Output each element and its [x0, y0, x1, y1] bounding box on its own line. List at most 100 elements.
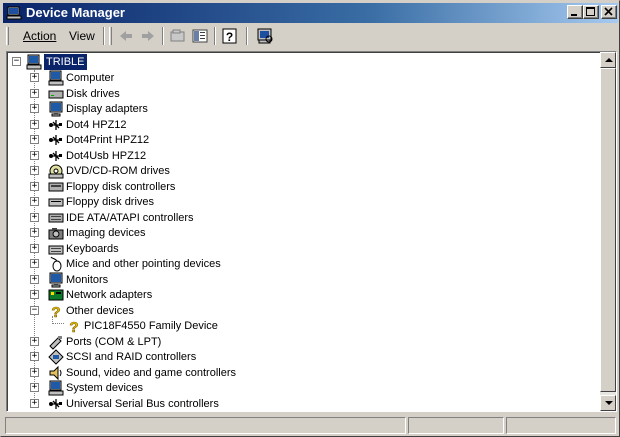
- tree-item-label[interactable]: Universal Serial Bus controllers: [66, 396, 219, 411]
- tree-item-label[interactable]: Dot4 HPZ12: [66, 117, 127, 133]
- floppy-drive-icon: [48, 194, 64, 210]
- properties-icon: [170, 29, 185, 42]
- computer-icon: [48, 70, 64, 86]
- maximize-icon: [586, 7, 595, 16]
- expand-toggle[interactable]: +: [30, 120, 39, 129]
- expand-toggle[interactable]: +: [30, 89, 39, 98]
- toolbar-separator: [103, 27, 105, 45]
- scroll-thumb[interactable]: [600, 68, 616, 392]
- show-hide-tree-button[interactable]: [190, 27, 210, 45]
- action-menu-label: Action: [23, 29, 57, 43]
- view-menu-label: View: [69, 29, 95, 43]
- expand-toggle[interactable]: +: [30, 399, 39, 408]
- tree-item-label[interactable]: Ports (COM & LPT): [66, 334, 161, 350]
- expand-toggle[interactable]: +: [30, 368, 39, 377]
- expand-toggle[interactable]: +: [30, 182, 39, 191]
- help-button[interactable]: ?: [220, 27, 240, 45]
- toolbar-separator-2: [162, 27, 164, 45]
- close-button[interactable]: [601, 5, 617, 19]
- status-pane-3: [506, 417, 616, 434]
- scan-hardware-icon: [257, 28, 273, 44]
- collapse-toggle[interactable]: −: [30, 306, 39, 315]
- tree-item-label[interactable]: Floppy disk controllers: [66, 179, 175, 195]
- close-icon: [604, 7, 613, 16]
- computer-icon: [48, 380, 64, 396]
- question-icon: ?: [66, 318, 82, 337]
- tree-item-label[interactable]: Network adapters: [66, 287, 152, 303]
- up-arrow-icon: [605, 58, 613, 62]
- tree-item-label[interactable]: Floppy disk drives: [66, 194, 154, 210]
- tree-item-label[interactable]: Display adapters: [66, 101, 148, 117]
- forward-button[interactable]: [138, 27, 158, 45]
- forward-arrow-icon: [142, 31, 154, 41]
- computer-icon: [26, 54, 42, 70]
- action-menu[interactable]: Action: [23, 28, 56, 44]
- tree-item-label[interactable]: System devices: [66, 380, 143, 396]
- title-bar[interactable]: Device Manager: [3, 3, 618, 23]
- usb-icon: [48, 148, 64, 164]
- collapse-toggle[interactable]: −: [12, 57, 21, 66]
- svg-text:?: ?: [69, 319, 78, 334]
- back-arrow-icon: [120, 31, 132, 41]
- status-bar: [3, 416, 618, 435]
- expand-toggle[interactable]: +: [30, 104, 39, 113]
- status-pane-main: [5, 417, 406, 434]
- tree-item-label[interactable]: Mice and other pointing devices: [66, 256, 221, 272]
- tree-item-label[interactable]: PIC18F4550 Family Device: [84, 318, 218, 334]
- scroll-down-button[interactable]: [600, 395, 616, 411]
- tree-item-label[interactable]: Sound, video and game controllers: [66, 365, 236, 381]
- back-button[interactable]: [116, 27, 136, 45]
- expand-toggle[interactable]: +: [30, 290, 39, 299]
- expand-toggle[interactable]: +: [30, 244, 39, 253]
- vertical-scrollbar[interactable]: [600, 52, 616, 411]
- expand-toggle[interactable]: +: [30, 197, 39, 206]
- scan-hardware-button[interactable]: [255, 27, 275, 45]
- tree-item-label[interactable]: Other devices: [66, 303, 134, 319]
- svg-text:?: ?: [226, 30, 233, 44]
- tree-item-label[interactable]: IDE ATA/ATAPI controllers: [66, 210, 194, 226]
- network-adapter-icon: [48, 287, 64, 303]
- disk-drive-icon: [48, 86, 64, 102]
- scroll-up-button[interactable]: [600, 52, 616, 68]
- tree-item-label[interactable]: Dot4Usb HPZ12: [66, 148, 146, 164]
- tree-item-label[interactable]: Imaging devices: [66, 225, 146, 241]
- tree-item-label[interactable]: Disk drives: [66, 86, 120, 102]
- expand-toggle[interactable]: +: [30, 275, 39, 284]
- tree-item-label[interactable]: Keyboards: [66, 241, 119, 257]
- usb-icon: [48, 132, 64, 148]
- toolbar-grip-2: [109, 27, 112, 45]
- tree-item-label[interactable]: Dot4Print HPZ12: [66, 132, 149, 148]
- toolbar-grip[interactable]: [6, 27, 9, 45]
- view-menu[interactable]: View: [69, 28, 95, 44]
- speaker-icon: [48, 365, 64, 381]
- expand-toggle[interactable]: +: [30, 352, 39, 361]
- keyboard-icon: [48, 241, 64, 257]
- properties-button[interactable]: [168, 27, 188, 45]
- down-arrow-icon: [605, 401, 613, 405]
- show-hide-tree-icon: [192, 29, 208, 43]
- monitor-icon: [48, 101, 64, 117]
- expand-toggle[interactable]: +: [30, 151, 39, 160]
- tree-item-label[interactable]: Monitors: [66, 272, 108, 288]
- minimize-button[interactable]: [567, 5, 583, 19]
- tree-root-label[interactable]: TRIBLE: [43, 53, 88, 71]
- expand-toggle[interactable]: +: [30, 337, 39, 346]
- device-tree[interactable]: − TRIBLE + Computer + Disk drives + Display a…: [6, 51, 617, 412]
- tree-item-label[interactable]: DVD/CD-ROM drives: [66, 163, 170, 179]
- ide-controller-icon: [48, 210, 64, 226]
- expand-toggle[interactable]: +: [30, 213, 39, 222]
- maximize-button[interactable]: [583, 5, 599, 19]
- tree-item-label[interactable]: SCSI and RAID controllers: [66, 349, 196, 365]
- expand-toggle[interactable]: +: [30, 135, 39, 144]
- expand-toggle[interactable]: +: [30, 166, 39, 175]
- status-pane-2: [408, 417, 504, 434]
- tree-line-child-h: [52, 323, 64, 324]
- expand-toggle[interactable]: +: [30, 228, 39, 237]
- svg-text:?: ?: [51, 304, 60, 319]
- expand-toggle[interactable]: +: [30, 259, 39, 268]
- tree-item-label[interactable]: Computer: [66, 70, 114, 86]
- expand-toggle[interactable]: +: [30, 73, 39, 82]
- scsi-icon: [48, 349, 64, 365]
- floppy-controller-icon: [48, 179, 64, 195]
- expand-toggle[interactable]: +: [30, 383, 39, 392]
